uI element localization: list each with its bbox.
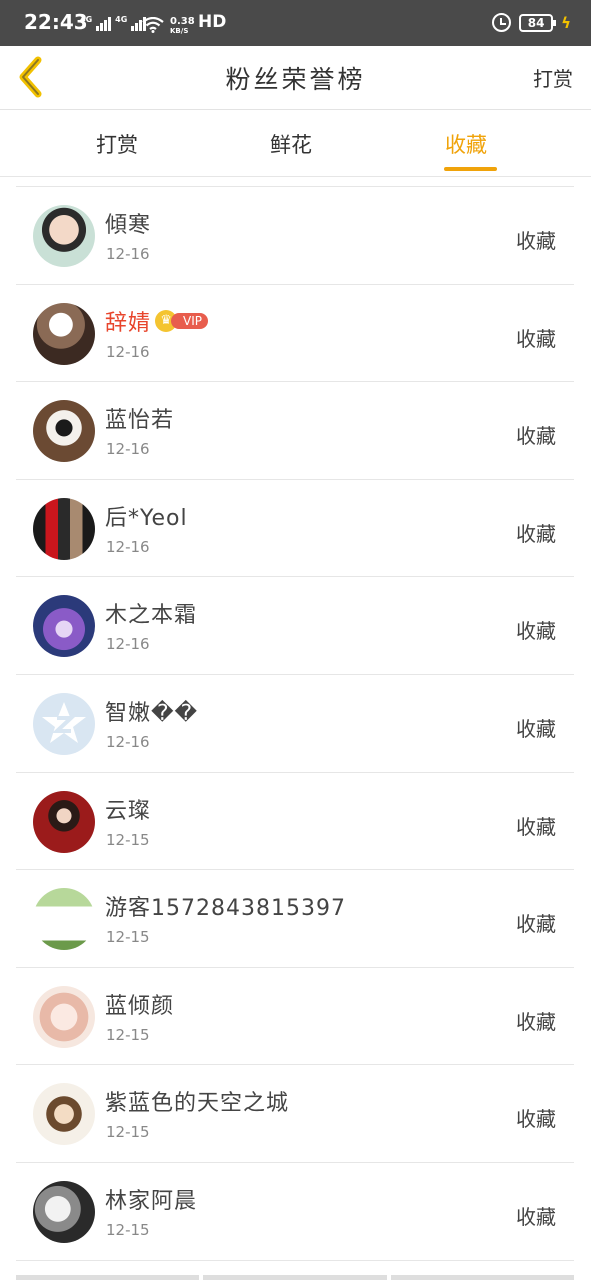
divider (390, 1275, 574, 1280)
avatar-placeholder[interactable] (33, 692, 95, 755)
avatar[interactable] (33, 1180, 95, 1243)
favorite-label: 收藏 (516, 229, 556, 253)
name-line: 智嫩�� (105, 695, 198, 727)
name-line: 蓝怡若 (105, 402, 174, 434)
avatar[interactable] (33, 790, 95, 853)
alarm-icon (492, 13, 512, 32)
favorite-label: 收藏 (516, 619, 556, 644)
divider (16, 1275, 200, 1280)
avatar[interactable] (33, 400, 95, 463)
favorite-label: 收藏 (516, 814, 556, 839)
list-item[interactable]: 后*Yeol 12-16 收藏 (16, 480, 574, 578)
status-bar: 22:43 4G 4G 0.38 KB/S HD 84 ϟ (0, 0, 591, 46)
net-speed-unit: KB/S (170, 27, 189, 35)
user-name: 云璨 (105, 798, 152, 824)
list-item[interactable]: 云璨 12-15 收藏 (16, 773, 574, 871)
date: 12-15 (106, 928, 150, 947)
avatar[interactable] (33, 985, 95, 1048)
name-line: 游客15728438153​97 (105, 890, 346, 922)
favorite-label: 收藏 (516, 326, 556, 351)
date: 12-16 (106, 635, 150, 654)
list-item[interactable]: 林家阿晨 12-15 收藏 (16, 1163, 574, 1261)
tab-bar: 打赏 鲜花 收藏 (0, 111, 591, 177)
date: 12-16 (106, 245, 150, 263)
date: 12-15 (106, 1025, 150, 1044)
list-item[interactable]: 蓝倾颜 12-15 收藏 (16, 968, 574, 1066)
user-name: 后*Yeol (105, 505, 188, 531)
tab-favorites[interactable]: 收藏 (445, 129, 487, 159)
date: 12-15 (106, 1123, 150, 1142)
date: 12-16 (106, 537, 150, 556)
list-item[interactable]: 游客15728438153​97 12-15 收藏 (16, 870, 574, 968)
net-speed-value: 0.38 (170, 16, 195, 27)
list-item[interactable]: 紫蓝色的天空之城 12-15 收藏 (16, 1065, 574, 1163)
favorite-label: 收藏 (516, 424, 556, 449)
list-item[interactable]: 木之本霜 12-16 收藏 (16, 577, 574, 675)
avatar[interactable] (33, 205, 95, 267)
title-bar: 粉丝荣誉榜 打赏 (0, 46, 591, 110)
user-name: 木之本霜 (105, 603, 198, 629)
date: 12-15 (106, 1220, 150, 1239)
favorite-label: 收藏 (516, 716, 556, 741)
vip-badge: VIP (171, 312, 208, 329)
net-speed: 0.38 KB/S (170, 16, 195, 36)
name-line: 辞婧 ♛ VIP (105, 305, 208, 337)
divider (203, 1275, 387, 1280)
name-line: 后*Yeol (105, 500, 188, 532)
avatar[interactable] (33, 302, 95, 365)
user-name: 智嫩�� (105, 700, 199, 726)
user-name: 傾寒 (105, 213, 152, 238)
active-tab-indicator (444, 167, 497, 171)
date: 12-16 (106, 342, 150, 361)
status-time: 22:43 (24, 10, 88, 34)
name-line: 木之本霜 (105, 597, 197, 629)
wifi-icon (142, 17, 164, 33)
avatar[interactable] (33, 888, 95, 951)
tab-flowers[interactable]: 鲜花 (270, 129, 312, 159)
page-title: 粉丝荣誉榜 (225, 65, 366, 94)
name-line: 傾寒 (105, 207, 151, 239)
net-type-1: 4G (80, 15, 93, 24)
signal-indicators: 4G 4G (80, 15, 147, 31)
user-name: 紫蓝色的天空之城 (105, 1091, 290, 1117)
net-type-2: 4G (115, 15, 128, 24)
user-name: 蓝怡若 (105, 408, 175, 434)
fan-list: 傾寒 12-16 收藏 辞婧 ♛ VIP 12-16 收藏 蓝怡若 12-16 … (16, 186, 574, 1261)
favorite-label: 收藏 (516, 521, 556, 546)
name-line: 紫蓝色的天空之城 (105, 1085, 289, 1117)
avatar[interactable] (33, 497, 95, 560)
favorite-label: 收藏 (516, 1009, 556, 1034)
avatar[interactable] (33, 1083, 95, 1146)
favorite-label: 收藏 (516, 1107, 556, 1132)
name-line: 云璨 (105, 793, 151, 825)
charging-icon: ϟ (561, 13, 571, 32)
list-item[interactable]: 智嫩�� 12-16 收藏 (16, 675, 574, 773)
list-item[interactable]: 辞婧 ♛ VIP 12-16 收藏 (16, 285, 574, 383)
favorite-label: 收藏 (516, 912, 556, 937)
date: 12-16 (106, 732, 150, 751)
status-right: 84 ϟ (492, 13, 571, 32)
date: 12-15 (106, 830, 150, 849)
avatar[interactable] (33, 595, 95, 658)
signal-1-icon (96, 15, 112, 31)
date: 12-16 (106, 440, 150, 459)
name-line: 林家阿晨 (105, 1183, 197, 1215)
default-avatar-icon (42, 701, 86, 743)
user-name: 游客15728438153​97 (105, 896, 346, 922)
name-line: 蓝倾颜 (105, 988, 174, 1020)
hd-indicator: HD (198, 12, 227, 32)
reward-button[interactable]: 打赏 (533, 63, 573, 92)
list-item[interactable]: 蓝怡若 12-16 收藏 (16, 382, 574, 480)
user-name: 蓝倾颜 (105, 993, 175, 1019)
list-item[interactable]: 傾寒 12-16 收藏 (16, 187, 574, 285)
battery-icon: 84 (519, 13, 557, 32)
next-row-peek (16, 1275, 574, 1280)
favorite-label: 收藏 (516, 1204, 556, 1229)
user-name: 林家阿晨 (105, 1188, 198, 1214)
user-name: 辞婧 (105, 310, 152, 336)
tab-reward[interactable]: 打赏 (96, 129, 138, 159)
